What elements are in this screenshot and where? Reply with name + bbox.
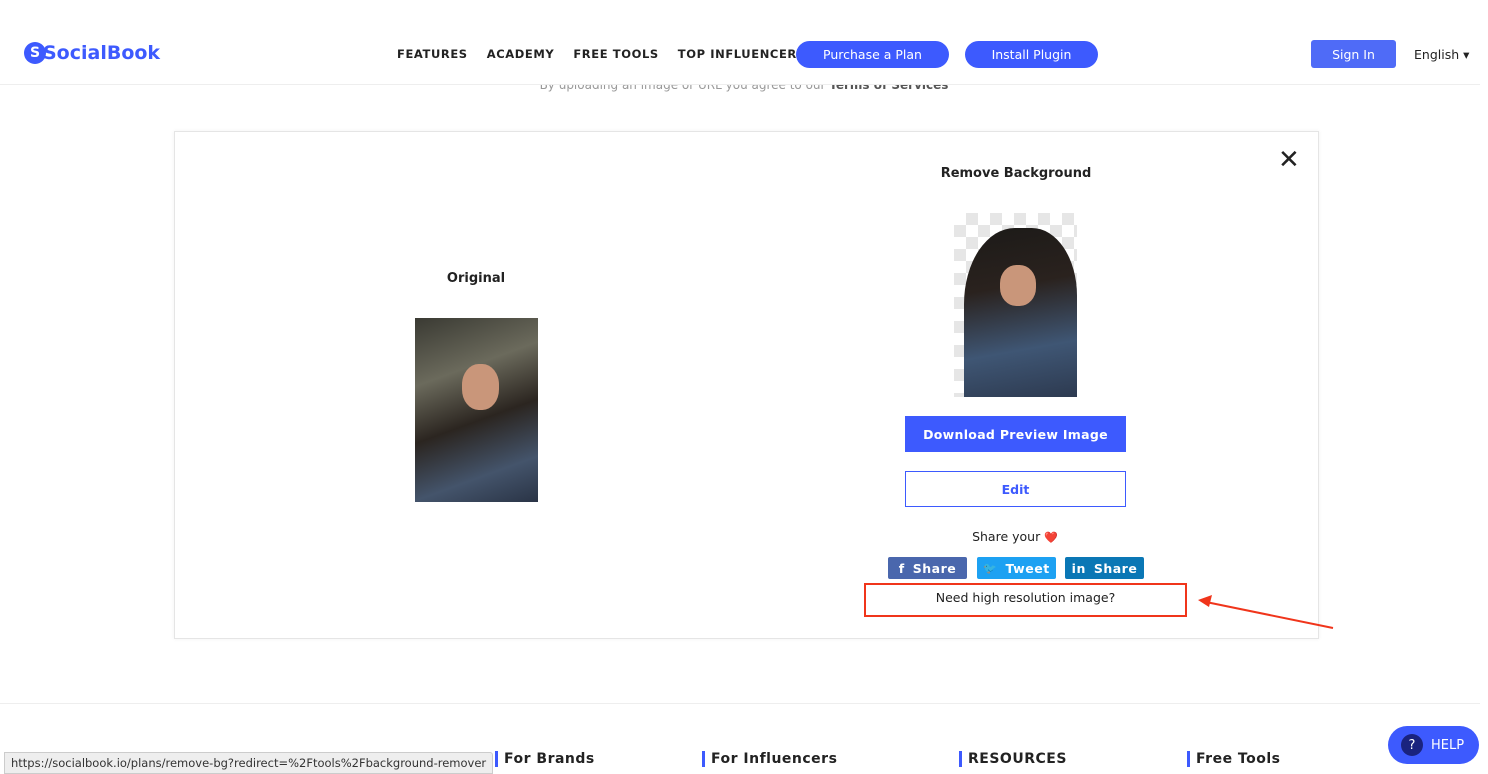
linkedin-icon: in	[1071, 560, 1086, 576]
footer-divider	[0, 703, 1480, 704]
facebook-icon: f	[898, 560, 905, 576]
logo[interactable]: S SocialBook	[24, 42, 160, 64]
footer-for-influencers: For Influencers	[702, 751, 837, 767]
annotation-arrow	[1198, 595, 1334, 629]
nav-free-tools[interactable]: FREE TOOLS	[573, 47, 658, 61]
heart-icon: ❤️	[1044, 531, 1058, 544]
linkedin-share-label: Share	[1093, 560, 1138, 576]
footer-resources: RESOURCES	[959, 751, 1067, 767]
edit-button[interactable]: Edit	[905, 471, 1126, 507]
help-label: HELP	[1431, 737, 1465, 753]
header: S SocialBook FEATURES ACADEMY FREE TOOLS …	[0, 0, 1480, 85]
facebook-share-label: Share	[912, 560, 957, 576]
sign-in-button[interactable]: Sign In	[1311, 40, 1396, 68]
status-bar-url: https://socialbook.io/plans/remove-bg?re…	[4, 752, 494, 774]
install-plugin-button[interactable]: Install Plugin	[965, 41, 1098, 68]
help-button[interactable]: ? HELP	[1388, 726, 1479, 764]
nav-academy[interactable]: ACADEMY	[487, 47, 555, 61]
share-your-label: Share your	[972, 529, 1041, 544]
share-your-text: Share your ❤️	[860, 529, 1170, 544]
footer-for-brands: For Brands	[495, 751, 595, 767]
original-label: Original	[446, 271, 506, 286]
footer-free-tools: Free Tools	[1187, 751, 1281, 767]
linkedin-share-button[interactable]: in Share	[1065, 557, 1144, 579]
logo-text: SocialBook	[43, 42, 161, 64]
facebook-share-button[interactable]: f Share	[888, 557, 967, 579]
tweet-label: Tweet	[1005, 560, 1050, 576]
question-icon: ?	[1401, 734, 1423, 756]
nav-top-influencers[interactable]: TOP INFLUENCERS	[678, 47, 806, 61]
twitter-icon: 🐦	[983, 561, 998, 575]
result-card	[174, 131, 1319, 639]
nav-features[interactable]: FEATURES	[397, 47, 468, 61]
twitter-tweet-button[interactable]: 🐦 Tweet	[977, 557, 1056, 579]
close-icon[interactable]: ✕	[1278, 145, 1300, 175]
high-resolution-link[interactable]: Need high resolution image?	[864, 583, 1187, 617]
language-select[interactable]: English ▾	[1414, 47, 1469, 62]
result-image	[954, 213, 1077, 397]
main-nav: FEATURES ACADEMY FREE TOOLS TOP INFLUENC…	[397, 47, 806, 61]
download-preview-button[interactable]: Download Preview Image	[905, 416, 1126, 452]
original-image	[415, 318, 538, 502]
result-label: Remove Background	[940, 166, 1092, 181]
purchase-plan-button[interactable]: Purchase a Plan	[796, 41, 949, 68]
